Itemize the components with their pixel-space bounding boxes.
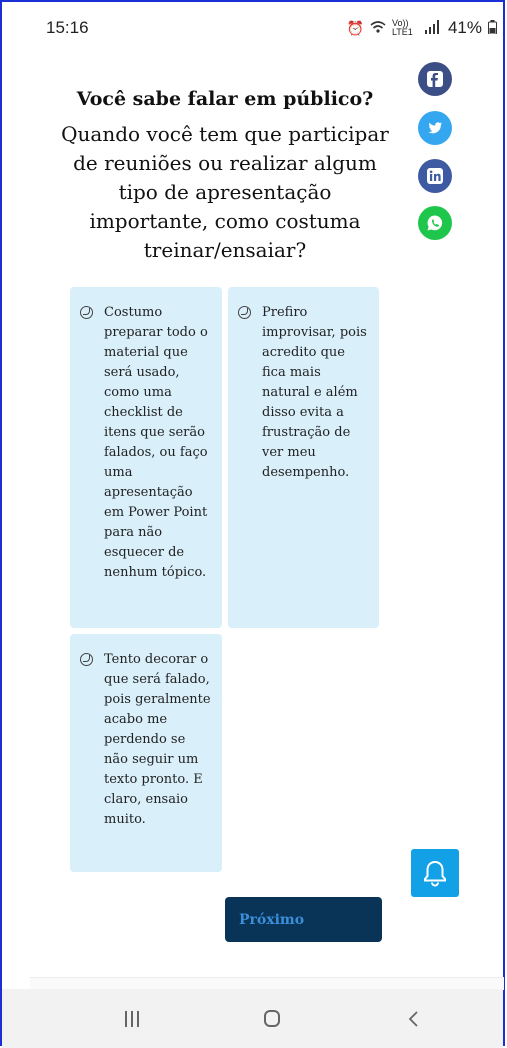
system-nav-bar — [2, 989, 503, 1048]
twitter-icon — [428, 122, 442, 134]
whatsapp-icon — [427, 215, 443, 231]
linkedin-share-button[interactable] — [418, 159, 452, 193]
bell-icon — [424, 860, 446, 887]
signal-icon — [424, 19, 442, 37]
answer-option-label: Prefiro improvisar, pois acredito que fi… — [262, 305, 367, 480]
battery-percent: 41% — [447, 18, 482, 37]
notification-bell-button[interactable] — [411, 849, 459, 897]
answer-option-label: Costumo preparar todo o material que ser… — [104, 305, 208, 580]
facebook-icon — [427, 71, 443, 87]
radio-icon — [238, 306, 251, 319]
recent-apps-button[interactable] — [125, 1011, 139, 1027]
status-time: 15:16 — [46, 18, 89, 37]
answer-option[interactable]: Costumo preparar todo o material que ser… — [70, 287, 222, 628]
network-label: Vo)) LTE1 — [391, 18, 413, 37]
recent-apps-icon-bar — [137, 1011, 139, 1027]
linkedin-icon — [427, 168, 443, 184]
twitter-share-button[interactable] — [418, 111, 452, 145]
quiz-title: Você sabe falar em público? — [76, 88, 374, 110]
wifi-icon — [370, 20, 386, 37]
whatsapp-share-button[interactable] — [418, 206, 452, 240]
battery-icon — [488, 19, 497, 37]
home-button[interactable] — [264, 1010, 280, 1027]
status-icons: ⏰ Vo)) LTE1 41% — [347, 18, 497, 38]
radio-icon — [80, 306, 93, 319]
facebook-share-button[interactable] — [418, 62, 452, 96]
quiz-question: Quando você tem que participar de reuniõ… — [61, 122, 389, 262]
answer-option[interactable]: Tento decorar o que será falado, pois ge… — [70, 634, 222, 872]
status-bar: 15:16 ⏰ Vo)) LTE1 41% — [46, 18, 497, 42]
recent-apps-icon-bar — [131, 1011, 133, 1027]
back-button[interactable] — [406, 1011, 422, 1027]
radio-icon — [80, 653, 93, 666]
answer-option[interactable]: Prefiro improvisar, pois acredito que fi… — [228, 287, 379, 628]
next-button[interactable]: Próximo — [225, 897, 382, 942]
alarm-icon: ⏰ — [346, 19, 364, 36]
answer-option-label: Tento decorar o que será falado, pois ge… — [104, 652, 211, 827]
recent-apps-icon — [125, 1011, 127, 1027]
